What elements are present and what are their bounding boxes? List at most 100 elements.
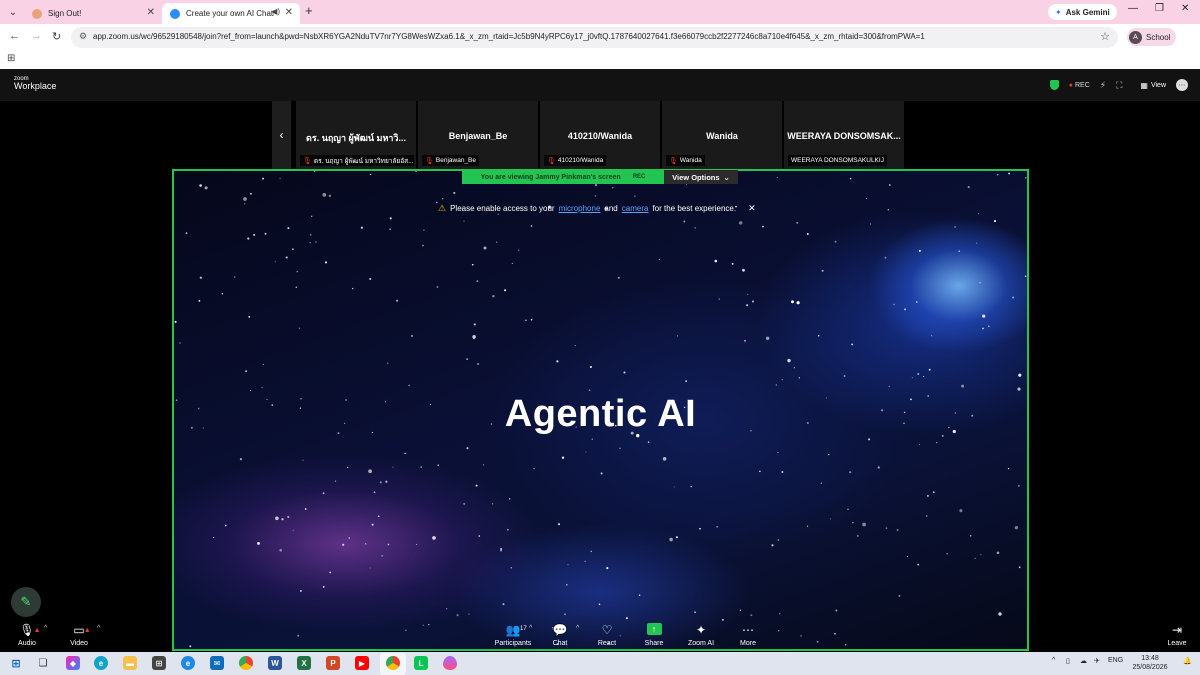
gallery-prev-icon[interactable]: ‹	[272, 101, 291, 169]
close-tab-icon[interactable]: ✕	[285, 7, 293, 18]
view-options-label: View Options	[672, 172, 720, 182]
participant-tile[interactable]: 410210/Wanida 🎙 410210/Wanida	[540, 101, 660, 169]
profile-chip[interactable]: A School	[1127, 28, 1177, 46]
microphone-icon: 🎙 ▲	[19, 623, 41, 637]
notice-prefix: Please enable access to your	[450, 203, 555, 213]
mic-off-icon: 🎙	[425, 157, 434, 165]
task-view-icon[interactable]: ❏	[36, 656, 50, 670]
microphone-link[interactable]: microphone	[559, 204, 601, 213]
speaker-icon[interactable]: ◀)	[271, 7, 280, 16]
tray-expand-icon[interactable]: ^	[1052, 657, 1055, 664]
chrome-active-icon[interactable]	[386, 656, 400, 670]
windows-start-icon[interactable]: ⊞	[9, 656, 23, 670]
shared-screen[interactable]: Agentic AI	[172, 169, 1029, 651]
maximize-icon[interactable]: ❐	[1155, 3, 1164, 14]
video-off-badge-icon: ▲	[83, 627, 91, 634]
youtube-icon[interactable]: ▶	[355, 656, 369, 670]
participant-label: 🎙 Benjawan_Be	[422, 155, 480, 166]
participants-icon: 👥	[505, 623, 521, 637]
fullscreen-icon[interactable]: ⛶	[1116, 80, 1122, 91]
internet-explorer-icon[interactable]: e	[181, 656, 195, 670]
participant-label-text: ดร. นฤญา ผู้พัฒน์ มหาวิทยาลัยอัส...	[313, 157, 414, 165]
video-camera-icon: ▭ ▲	[73, 623, 91, 637]
address-bar[interactable]: ⚙ app.zoom.us/wc/96529180548/join?ref_fr…	[71, 27, 1118, 48]
outlook-icon[interactable]: ✉	[210, 656, 224, 670]
annotate-pen-button[interactable]: ✎	[11, 587, 41, 617]
participant-label-text: Benjawan_Be	[435, 157, 477, 164]
mic-off-icon: 🎙	[303, 157, 312, 165]
tray-network-icon[interactable]: ✈	[1094, 657, 1100, 665]
apps-grid-icon[interactable]: ⊞	[7, 53, 15, 64]
share-screen-icon: ↑	[646, 623, 662, 638]
mic-off-icon: 🎙	[669, 157, 678, 165]
participant-tile[interactable]: WEERAYA DONSOMSAK... WEERAYA DONSOMSAKUL…	[784, 101, 904, 169]
zoom-ai-button[interactable]: ✦ Zoom AI	[676, 623, 726, 651]
more-button[interactable]: ⋯ More	[723, 623, 773, 651]
tray-language[interactable]: ENG	[1108, 657, 1123, 664]
view-options-button[interactable]: View Options ⌄	[664, 170, 738, 184]
edge-browser-icon[interactable]: e	[94, 656, 108, 670]
bookmarks-bar: ⊞	[0, 52, 1200, 69]
line-app-icon[interactable]: L	[414, 656, 428, 670]
drop-app-icon[interactable]	[443, 656, 457, 670]
participant-gallery: ‹ ดร. นฤญา ผู้พัฒน์ มหาวิ... 🎙 ดร. นฤญา ผ…	[0, 101, 1200, 169]
minimize-icon[interactable]: —	[1128, 3, 1138, 14]
video-label: Video	[70, 640, 88, 647]
copilot-icon[interactable]: ◆	[66, 656, 80, 670]
audio-caret-icon[interactable]: ^	[44, 625, 47, 632]
tab-sign-out[interactable]: Sign Out! ✕	[24, 3, 162, 24]
share-button[interactable]: ↑ Share	[629, 623, 679, 651]
chat-caret-icon[interactable]: ^	[576, 625, 579, 632]
participants-caret-icon[interactable]: ^	[529, 625, 532, 632]
zoom-ai-label: Zoom AI	[687, 640, 715, 647]
leave-button[interactable]: ⇥ Leave	[1152, 623, 1200, 651]
participant-tile[interactable]: Wanida 🎙 Wanida	[662, 101, 782, 169]
permission-notice: ⚠ Please enable access to your microphon…	[438, 202, 756, 214]
profile-avatar: A	[1129, 30, 1142, 44]
close-window-icon[interactable]: ✕	[1181, 3, 1189, 14]
zoom-logo-big: Workplace	[14, 81, 57, 91]
viewing-banner: You are viewing Jammy Pinkman's screen R…	[462, 170, 664, 184]
new-tab-button[interactable]: +	[305, 3, 313, 18]
participant-tile[interactable]: Benjawan_Be 🎙 Benjawan_Be	[418, 101, 538, 169]
heart-icon: ♡	[601, 623, 613, 637]
taskbar-clock[interactable]: 13:48 25/08/2026	[1125, 654, 1175, 672]
close-notice-icon[interactable]: ✕	[748, 203, 756, 214]
camera-link[interactable]: camera	[622, 204, 649, 213]
video-caret-icon[interactable]: ^	[97, 625, 100, 632]
react-button[interactable]: ♡ React	[582, 623, 632, 651]
signal-icon[interactable]: ⚡	[1100, 80, 1106, 91]
store-icon[interactable]: ⊞	[152, 656, 166, 670]
security-shield-icon[interactable]	[1049, 80, 1059, 90]
recording-indicator[interactable]: ● REC	[1069, 82, 1090, 89]
pen-icon: ✎	[20, 594, 32, 609]
tray-onedrive-icon[interactable]: ☁	[1080, 657, 1087, 665]
react-label: React	[597, 640, 617, 647]
excel-icon[interactable]: X	[297, 656, 311, 670]
tab-zoom-meeting[interactable]: Create your own AI Chatbot ◀) ✕	[162, 3, 300, 24]
participant-label: 🎙 ดร. นฤญา ผู้พัฒน์ มหาวิทยาลัยอัส...	[300, 155, 414, 166]
tray-device-icon[interactable]: ▯	[1066, 657, 1070, 665]
sparkle-icon: ✦	[695, 623, 707, 637]
notifications-icon[interactable]: 🔔	[1183, 657, 1192, 665]
audio-label: Audio	[18, 640, 36, 647]
forward-icon[interactable]: →	[31, 30, 42, 42]
chrome-icon[interactable]	[239, 656, 253, 670]
tab-search-icon[interactable]: ⌄	[5, 4, 21, 20]
participant-label-text: WEERAYA DONSOMSAKULKIJ	[791, 157, 884, 164]
bookmark-star-icon[interactable]: ☆	[1100, 30, 1110, 43]
participants-count: 17	[520, 626, 527, 632]
close-tab-icon[interactable]: ✕	[147, 7, 155, 18]
participant-tile[interactable]: ดร. นฤญา ผู้พัฒน์ มหาวิ... 🎙 ดร. นฤญา ผู้…	[296, 101, 416, 169]
ask-gemini-button[interactable]: ✦ Ask Gemini	[1048, 4, 1117, 20]
chat-bubble-icon[interactable]: ⋯	[1176, 79, 1188, 91]
site-info-icon[interactable]: ⚙	[79, 31, 87, 42]
powerpoint-icon[interactable]: P	[326, 656, 340, 670]
word-icon[interactable]: W	[268, 656, 282, 670]
reload-icon[interactable]: ↻	[52, 30, 61, 43]
file-explorer-icon[interactable]: ▬	[123, 656, 137, 670]
view-grid-icon: ▦	[1140, 80, 1148, 90]
view-button[interactable]: ▦ View	[1140, 81, 1166, 90]
mic-off-icon: 🎙	[547, 157, 556, 165]
back-icon[interactable]: ←	[9, 30, 20, 42]
